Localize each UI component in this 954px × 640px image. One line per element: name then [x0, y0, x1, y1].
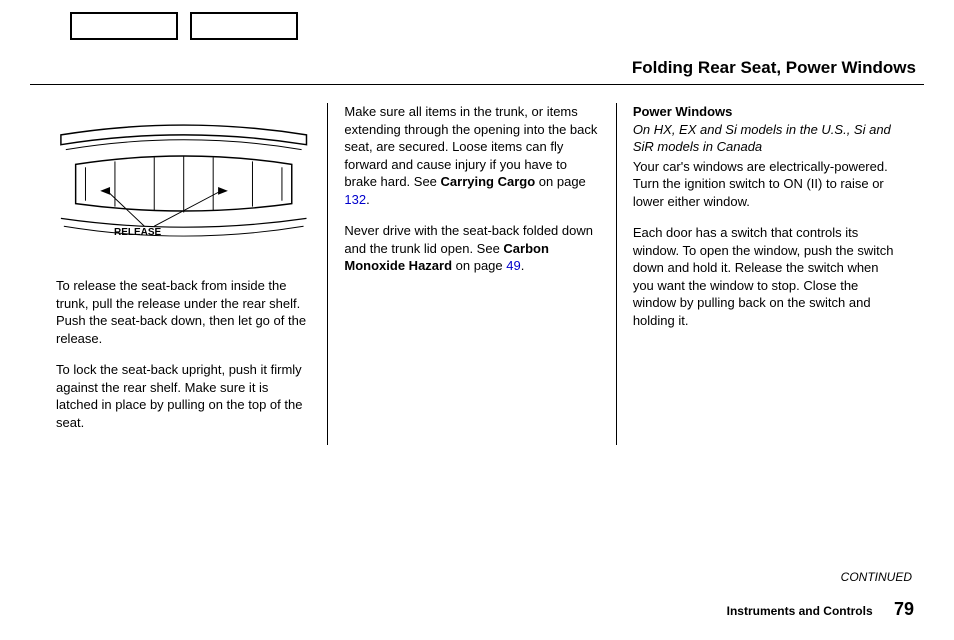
col2-para1: Make sure all items in the trunk, or ite… — [344, 103, 599, 208]
page-number: 79 — [894, 599, 914, 619]
figure-label: RELEASE — [114, 226, 161, 240]
nav-button-2[interactable] — [190, 12, 298, 40]
col1-para1: To release the seat-back from inside the… — [56, 277, 311, 347]
nav-button-1[interactable] — [70, 12, 178, 40]
page-title: Folding Rear Seat, Power Windows — [30, 58, 924, 78]
text: . — [521, 258, 525, 273]
col2-para2: Never drive with the seat-back folded do… — [344, 222, 599, 275]
column-2: Make sure all items in the trunk, or ite… — [328, 103, 616, 445]
column-3: Power Windows On HX, EX and Si models in… — [617, 103, 914, 445]
title-divider — [30, 84, 924, 85]
carrying-cargo-ref: Carrying Cargo — [441, 174, 536, 189]
text: . — [366, 192, 370, 207]
top-button-row — [70, 12, 924, 40]
section-name: Instruments and Controls — [727, 604, 873, 618]
seat-release-illustration — [56, 109, 311, 259]
page-footer: Instruments and Controls 79 — [727, 599, 914, 620]
continued-label: CONTINUED — [841, 570, 912, 584]
release-figure: RELEASE — [56, 109, 311, 259]
col1-para2: To lock the seat-back upright, push it f… — [56, 361, 311, 431]
power-windows-heading: Power Windows — [633, 103, 898, 121]
page-link-132[interactable]: 132 — [344, 192, 366, 207]
page-link-49[interactable]: 49 — [506, 258, 520, 273]
text: Never drive with the seat-back folded do… — [344, 223, 593, 256]
column-1: RELEASE To release the seat-back from in… — [40, 103, 328, 445]
text: on page — [452, 258, 506, 273]
col3-para1: Your car's windows are electrically-powe… — [633, 158, 898, 211]
text: on page — [535, 174, 586, 189]
model-note: On HX, EX and Si models in the U.S., Si … — [633, 121, 898, 156]
col3-para2: Each door has a switch that controls its… — [633, 224, 898, 329]
content-columns: RELEASE To release the seat-back from in… — [30, 103, 924, 445]
